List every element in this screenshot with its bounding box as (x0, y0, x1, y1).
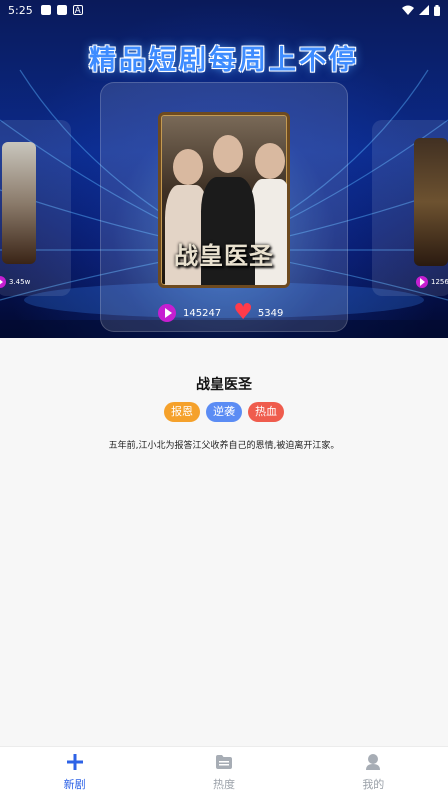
play-icon (158, 304, 176, 322)
main-drama-poster[interactable]: 战皇医圣 (158, 112, 290, 288)
poster-figure (213, 135, 243, 173)
play-icon (416, 276, 428, 288)
main-drama-stats: 145247 ♥ 5349 (158, 300, 284, 325)
play-count: 145247 (183, 307, 222, 319)
status-time: 5:25 (8, 3, 33, 17)
play-icon (0, 276, 6, 288)
prev-play-count: 3.45w (9, 278, 31, 286)
status-icons (402, 4, 440, 16)
poster-figure (255, 143, 285, 179)
status-bar: 5:25 A (0, 0, 448, 20)
notification-icon (40, 5, 51, 15)
tag-badge[interactable]: 报恩 (164, 402, 200, 422)
wifi-icon (402, 5, 414, 15)
nav-item-popularity[interactable]: 热度 (149, 747, 298, 796)
nav-item-profile[interactable]: 我的 (299, 747, 448, 796)
drama-description: 五年前,江小北为报答江父收养自己的恩情,被迫离开江家。 (108, 441, 340, 451)
drama-title: 战皇医圣 (196, 377, 252, 393)
nav-label: 新剧 (63, 778, 86, 791)
next-drama-stats: 12566 (416, 276, 448, 288)
battery-icon (434, 4, 440, 16)
poster-figure (249, 179, 287, 285)
user-icon (366, 751, 381, 773)
tag-badge[interactable]: 热血 (248, 402, 284, 422)
banner-title: 精品短剧每周上不停 (89, 45, 359, 76)
poster-figure (201, 177, 255, 285)
prev-drama-poster[interactable] (2, 142, 36, 264)
drama-tags: 报恩 逆袭 热血 (0, 402, 448, 422)
heart-icon: ♥ (233, 300, 253, 325)
prev-drama-stats: 3.45w (0, 276, 30, 288)
tag-badge[interactable]: 逆袭 (206, 402, 242, 422)
notification-icon (56, 5, 67, 15)
bottom-nav: 新剧 热度 我的 (0, 746, 448, 796)
plus-icon (66, 751, 83, 773)
drama-detail: 战皇医圣 报恩 逆袭 热血 五年前,江小北为报答江父收养自己的恩情,被迫离开江家… (0, 338, 448, 746)
poster-figure (173, 149, 203, 185)
nav-label: 热度 (212, 778, 235, 791)
nav-label: 我的 (362, 778, 385, 791)
signal-icon (419, 5, 429, 15)
next-drama-poster[interactable] (414, 138, 448, 266)
folder-icon (215, 751, 232, 773)
featured-banner[interactable]: 精品短剧每周上不停 战皇医圣 3.45w 12566 145247 ♥ 5349 (0, 0, 448, 338)
poster-title-art: 战皇医圣 (174, 241, 274, 270)
next-play-count: 12566 (431, 278, 448, 286)
nav-item-new[interactable]: 新剧 (0, 747, 149, 796)
notification-a-icon: A (72, 5, 83, 16)
like-count: 5349 (257, 307, 284, 319)
